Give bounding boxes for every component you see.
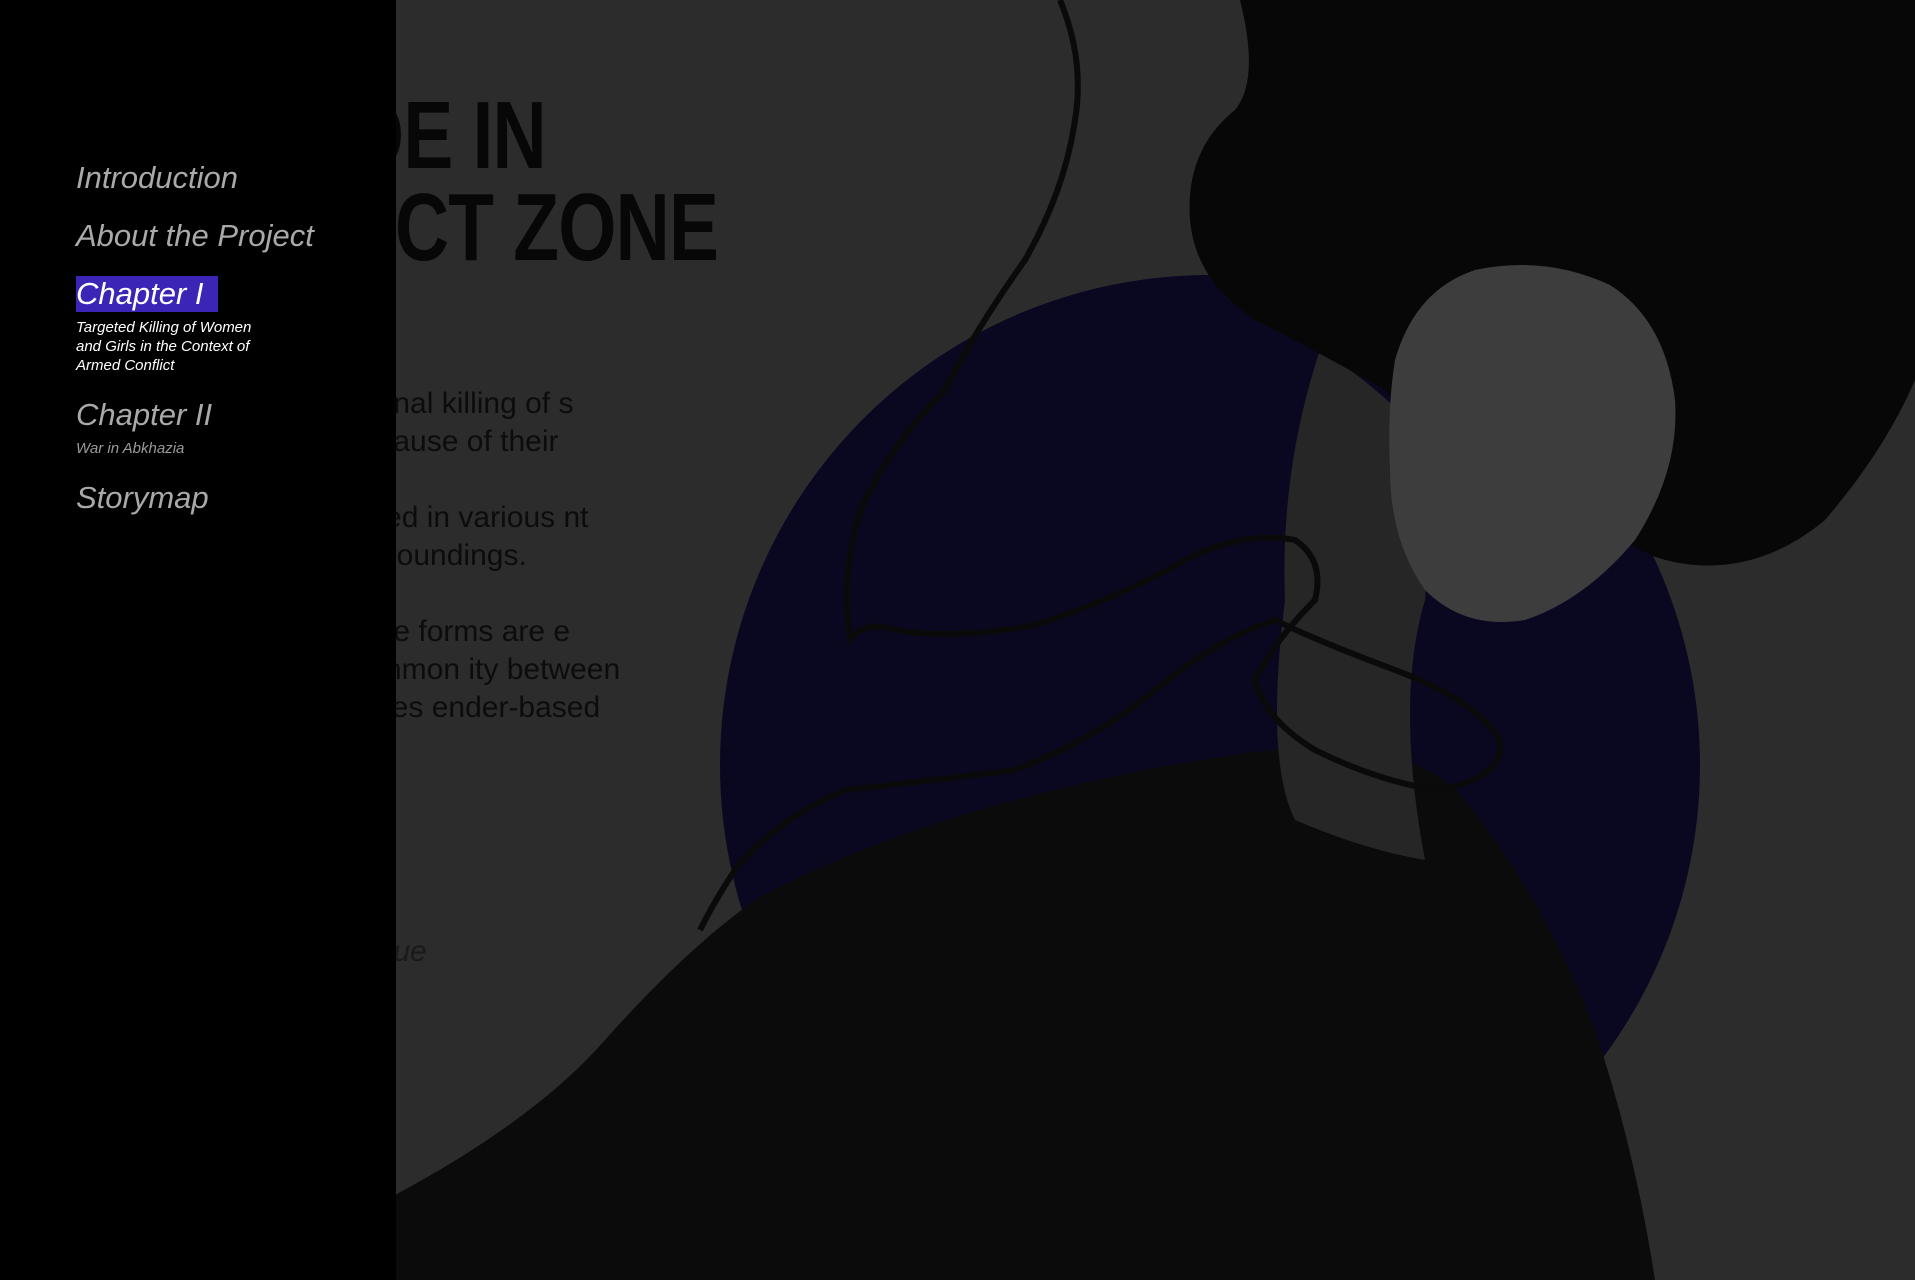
nav-item-chapter-1[interactable]: Chapter I Targeted Killing of Women and … — [76, 276, 314, 375]
nav-item-subtitle: War in Abkhazia — [76, 440, 185, 457]
side-navigation: Introduction About the Project Chapter I… — [0, 0, 396, 1280]
nav-item-label: Chapter I — [76, 276, 218, 312]
nav-item-about-the-project[interactable]: About the Project — [76, 218, 314, 254]
nav-item-chapter-2[interactable]: Chapter II War in Abkhazia — [76, 397, 314, 458]
nav-item-label: Introduction — [76, 160, 238, 195]
nav-item-storymap[interactable]: Storymap — [76, 480, 314, 516]
nav-item-label: About the Project — [76, 218, 314, 253]
nav-list: Introduction About the Project Chapter I… — [76, 160, 314, 538]
nav-item-subtitle: Targeted Killing of Women and Girls in t… — [76, 319, 252, 374]
hero-illustration — [395, 0, 1915, 1280]
figure-body — [395, 745, 1655, 1280]
nav-item-introduction[interactable]: Introduction — [76, 160, 314, 196]
nav-item-label: Storymap — [76, 480, 209, 515]
nav-item-label: Chapter II — [76, 397, 213, 432]
